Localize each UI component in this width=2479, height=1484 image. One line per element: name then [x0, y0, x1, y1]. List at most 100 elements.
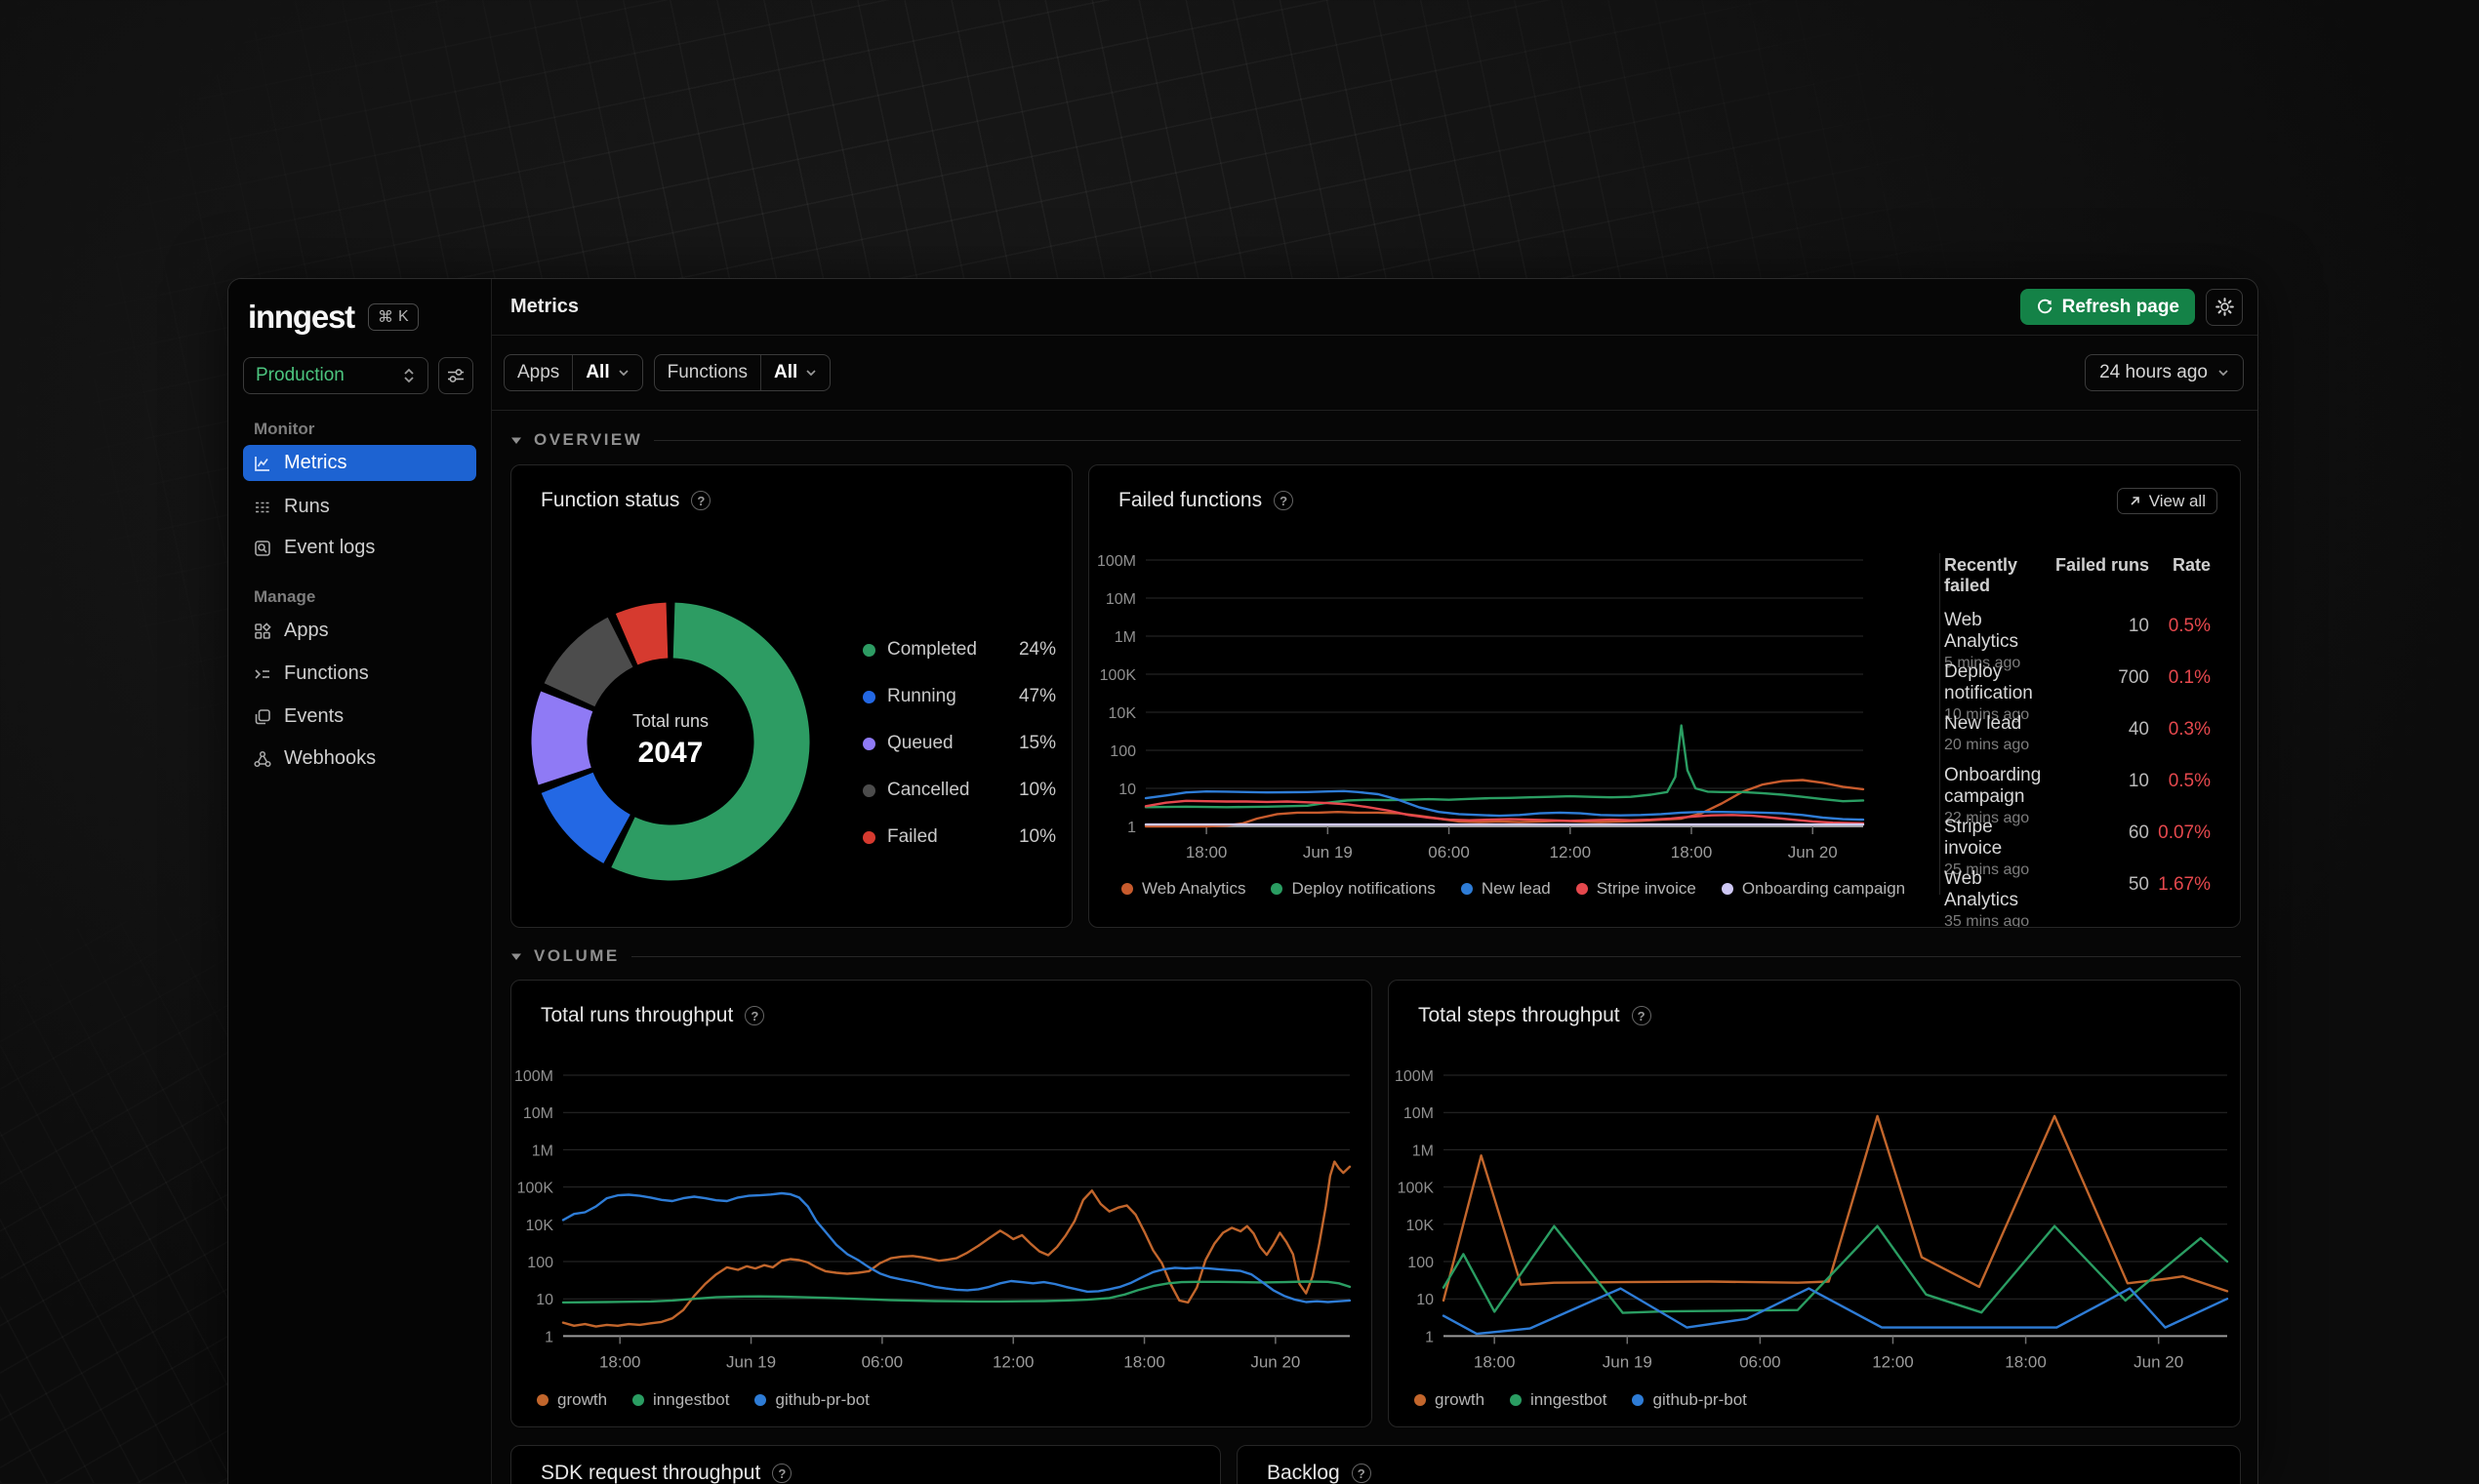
- sliders-icon: [448, 369, 464, 382]
- time-range-value: 24 hours ago: [2099, 362, 2208, 382]
- table-header: Recently failed Failed runs Rate: [1944, 555, 2211, 595]
- functions-filter-value: All: [773, 362, 798, 382]
- sidebar-item-label: Runs: [284, 496, 330, 517]
- shortcut-key: K: [397, 308, 409, 325]
- sidebar-item-event-logs[interactable]: Event logs: [243, 530, 476, 566]
- environment-select[interactable]: Production: [243, 357, 428, 394]
- svg-text:10M: 10M: [523, 1105, 553, 1122]
- legend-item: github-pr-bot: [754, 1390, 870, 1410]
- svg-text:10M: 10M: [1403, 1105, 1434, 1122]
- apps-filter[interactable]: Apps All: [504, 354, 643, 391]
- time-range-select[interactable]: 24 hours ago: [2085, 354, 2244, 391]
- chart-line-icon: [255, 456, 269, 471]
- help-icon[interactable]: ?: [691, 491, 711, 510]
- legend-item: inngestbot: [632, 1390, 729, 1410]
- legend-dot: [1510, 1394, 1523, 1406]
- command-palette-shortcut[interactable]: ⌘ K: [367, 303, 419, 331]
- svg-text:Jun 20: Jun 20: [1250, 1352, 1300, 1371]
- legend-item: Failed 10%: [863, 824, 1056, 850]
- svg-text:100K: 100K: [517, 1181, 554, 1197]
- settings-button[interactable]: [2206, 288, 2243, 326]
- help-icon[interactable]: ?: [772, 1464, 792, 1483]
- sidebar-item-webhooks[interactable]: Webhooks: [243, 741, 476, 777]
- svg-text:10: 10: [1118, 782, 1136, 798]
- table-row[interactable]: Web Analytics 5 mins ago 10 0.5%: [1944, 610, 2211, 671]
- sdk-request-throughput-card: SDK request throughput ?: [510, 1445, 1221, 1484]
- overview-section-header[interactable]: OVERVIEW: [510, 430, 2241, 450]
- svg-text:10M: 10M: [1106, 591, 1136, 608]
- svg-text:Jun 19: Jun 19: [1303, 843, 1353, 862]
- legend-dot: [1414, 1394, 1426, 1406]
- total-runs-throughput-title: Total runs throughput: [541, 1004, 734, 1026]
- total-steps-legend: growth inngestbot github-pr-bot: [1414, 1390, 1747, 1410]
- svg-text:1: 1: [1425, 1329, 1434, 1345]
- legend-dot: [537, 1394, 549, 1406]
- help-icon[interactable]: ?: [1351, 1464, 1371, 1483]
- sidebar-item-events[interactable]: Events: [243, 699, 476, 735]
- svg-text:18:00: 18:00: [1474, 1352, 1516, 1371]
- refresh-page-label: Refresh page: [2061, 296, 2179, 317]
- view-all-button[interactable]: View all: [2116, 488, 2217, 514]
- chevron-down-icon: [618, 370, 629, 377]
- svg-text:18:00: 18:00: [1186, 843, 1228, 862]
- svg-text:100: 100: [1407, 1255, 1434, 1271]
- total-steps-line-chart: 100M 10M 1M 100K 10K 100 10 1 18:00 Jun 19 06:00 12…: [1395, 1068, 2229, 1371]
- table-row[interactable]: Web Analytics 35 mins ago 50 1.67%: [1944, 868, 2211, 927]
- page-title: Metrics: [510, 296, 580, 317]
- desktop: { "colors":{"accent_blue":"#1d63d2","bra…: [0, 0, 2479, 1484]
- svg-text:12:00: 12:00: [993, 1352, 1035, 1371]
- svg-text:100M: 100M: [1097, 553, 1136, 570]
- table-row[interactable]: Stripe invoice 25 mins ago 60 0.07%: [1944, 817, 2211, 878]
- sidebar-item-runs[interactable]: Runs: [243, 489, 476, 525]
- sidebar-item-metrics[interactable]: Metrics: [243, 445, 476, 481]
- total-steps-throughput-card: Total steps throughput ? 100M 10M 1M 100K 10…: [1388, 980, 2241, 1427]
- up-down-chevron-icon: [404, 368, 414, 383]
- failed-functions-card: Failed functions ? View all 100M 10M 1M 100…: [1088, 464, 2241, 928]
- svg-text:18:00: 18:00: [2005, 1352, 2047, 1371]
- apps-icon: [255, 622, 271, 639]
- runs-icon: [256, 501, 269, 512]
- inngest-logo[interactable]: inngest: [248, 299, 355, 336]
- legend-dot: [1271, 883, 1283, 895]
- functions-filter[interactable]: Functions All: [653, 354, 832, 391]
- legend-dot: [863, 690, 875, 703]
- filter-bar: Apps All Functions All 24 hours ago: [491, 336, 2257, 411]
- table-row[interactable]: Deploy notification 10 mins ago 700 0.1%: [1944, 662, 2211, 723]
- function-status-title: Function status: [541, 489, 680, 511]
- table-row[interactable]: New lead 20 mins ago 40 0.3%: [1944, 713, 2211, 765]
- sidebar-item-apps[interactable]: Apps: [243, 613, 476, 649]
- help-icon[interactable]: ?: [1274, 491, 1294, 510]
- legend-dot: [1721, 883, 1733, 895]
- sidebar-section-monitor: Monitor: [254, 420, 315, 438]
- legend-item: growth: [537, 1390, 607, 1410]
- svg-text:1M: 1M: [1115, 629, 1136, 646]
- volume-section-header[interactable]: VOLUME: [510, 946, 2241, 966]
- environment-filter-button[interactable]: [438, 357, 473, 394]
- svg-text:100K: 100K: [1100, 667, 1137, 684]
- svg-text:Jun 19: Jun 19: [726, 1352, 776, 1371]
- svg-text:1M: 1M: [532, 1143, 553, 1159]
- sidebar-item-label: Metrics: [284, 452, 347, 473]
- svg-text:12:00: 12:00: [1550, 843, 1592, 862]
- svg-text:1: 1: [1127, 820, 1136, 836]
- sidebar-item-label: Apps: [284, 620, 329, 641]
- failed-functions-legend: Web Analytics Deploy notifications New l…: [1121, 879, 1905, 899]
- gear-icon: [2215, 298, 2234, 316]
- table-row[interactable]: Onboarding campaign 22 mins ago 10 0.5%: [1944, 765, 2211, 826]
- svg-text:18:00: 18:00: [599, 1352, 641, 1371]
- total-steps-throughput-title: Total steps throughput: [1418, 1004, 1620, 1026]
- legend-dot: [1575, 883, 1588, 895]
- help-icon[interactable]: ?: [1631, 1006, 1651, 1025]
- svg-text:100: 100: [1110, 743, 1136, 760]
- events-icon: [255, 708, 270, 724]
- svg-text:1M: 1M: [1412, 1143, 1434, 1159]
- refresh-icon: [2037, 299, 2052, 313]
- svg-text:10K: 10K: [1109, 705, 1137, 722]
- chevron-down-icon: [806, 370, 816, 377]
- refresh-page-button[interactable]: Refresh page: [2019, 289, 2195, 325]
- help-icon[interactable]: ?: [745, 1006, 765, 1025]
- svg-text:10K: 10K: [526, 1218, 554, 1234]
- sidebar: inngest ⌘ K Production Monitor Metrics R…: [228, 279, 492, 1484]
- sidebar-item-functions[interactable]: Functions: [243, 656, 476, 692]
- legend-item: Completed 24%: [863, 637, 1056, 662]
